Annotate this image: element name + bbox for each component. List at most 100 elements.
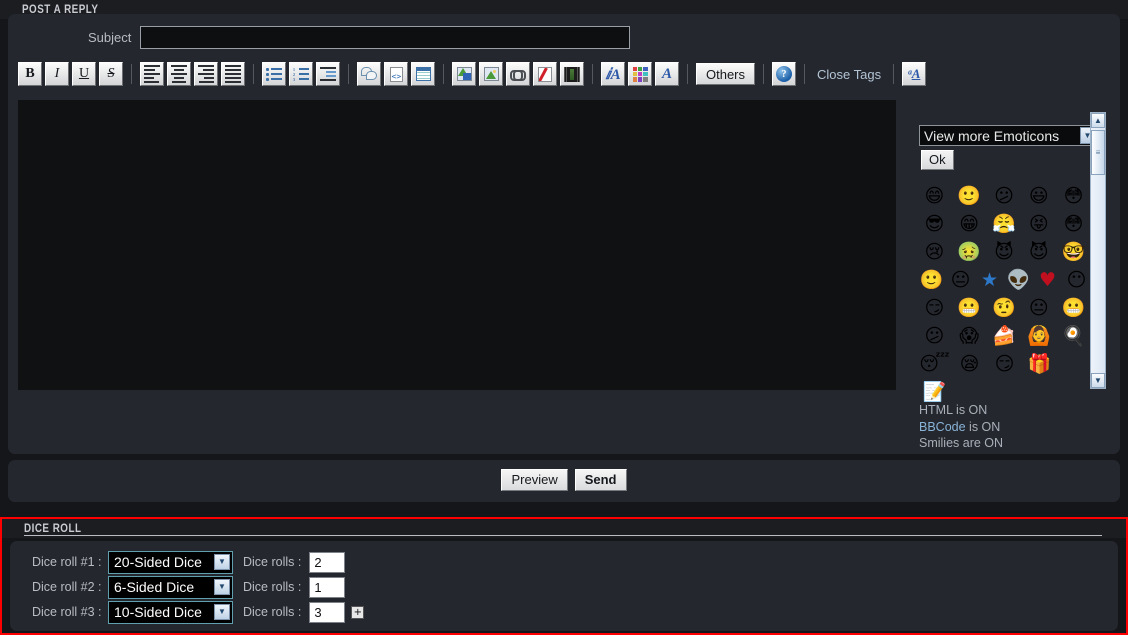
align-right-button[interactable] — [194, 62, 218, 86]
bold-button[interactable]: B — [18, 62, 42, 86]
scroll-down-button[interactable]: ▼ — [1091, 373, 1105, 388]
toolbar-divider — [443, 64, 444, 84]
message-textarea[interactable] — [18, 100, 896, 390]
dice-rolls-input[interactable] — [309, 601, 346, 623]
subject-row: Subject — [8, 26, 648, 50]
emoticon-button[interactable]: 😱 — [952, 326, 987, 346]
emoticon-button[interactable]: 👽 — [1004, 270, 1033, 290]
emoticon-button[interactable]: 😢 — [917, 242, 952, 262]
emoticon-button[interactable]: 🙆 — [1021, 326, 1056, 346]
close-tags-button[interactable]: Close Tags — [813, 67, 885, 82]
emoticon-button[interactable]: 🍰 — [987, 326, 1022, 346]
insert-attachment-button[interactable] — [452, 62, 476, 86]
emoticon-button[interactable]: 😝 — [1021, 214, 1056, 234]
toolbar-divider — [804, 64, 806, 84]
emoticon-ok-button[interactable]: Ok — [921, 150, 954, 170]
align-left-button[interactable] — [140, 62, 164, 86]
insert-video-button[interactable] — [560, 62, 584, 86]
emoticon-button[interactable]: 🙂 — [917, 270, 946, 290]
emoticon-button[interactable]: 😶 — [1062, 270, 1091, 290]
underline-a-icon: ᵃA — [907, 66, 921, 81]
indent-icon — [320, 67, 336, 81]
emoticon-row: 😴 😪 😏 🎁 — [917, 350, 1091, 378]
font-color-button[interactable] — [628, 62, 652, 86]
emoticon-button[interactable]: 😄 — [917, 186, 952, 206]
align-center-button[interactable] — [167, 62, 191, 86]
emoticon-button[interactable]: 😎 — [917, 214, 952, 234]
emoticon-button[interactable]: 😏 — [917, 298, 952, 318]
emoticon-button[interactable]: 😈 — [987, 242, 1022, 262]
emoticon-button[interactable]: 😴 — [917, 354, 952, 374]
font-size-button[interactable]: ⅈA — [601, 62, 625, 86]
emoticon-button[interactable]: 😐 — [946, 270, 975, 290]
emoticon-button[interactable]: 😃 — [1021, 186, 1056, 206]
numbered-list-button[interactable]: 123 — [289, 62, 313, 86]
help-button[interactable]: ? — [772, 62, 797, 86]
formatting-flags: HTML is ON BBCode is ON Smilies are ON — [919, 402, 1003, 452]
text-style-button[interactable]: ᵃA — [902, 62, 927, 86]
preview-button[interactable]: Preview — [501, 469, 568, 491]
emoticon-grid: 😄 🙂 😕 😃 😳 😎 😁 😤 😝 😳 😢 🤢 😈 😈 🤓 🙂 😐 ★ 👽 ♥ 😶 😏 😬 🤨 😐 😬 😕 😱 🍰 🙆 🍳 😴 😪 😏 🎁 📝 — [917, 182, 1091, 406]
emoticon-button[interactable]: 🎁 — [1022, 354, 1057, 374]
scroll-up-button[interactable]: ▲ — [1091, 113, 1105, 128]
emoticon-button[interactable]: 😕 — [917, 326, 952, 346]
link-icon — [510, 70, 526, 81]
emoticon-button[interactable]: 😤 — [987, 214, 1022, 234]
code-button[interactable]: <> — [384, 62, 408, 86]
emoticon-button[interactable]: 🙂 — [952, 186, 987, 206]
emoticon-scrollbar[interactable]: ▲ ≡ ▼ — [1090, 112, 1106, 389]
bullet-list-button[interactable] — [262, 62, 286, 86]
emoticon-button[interactable]: 😁 — [952, 214, 987, 234]
quote-button[interactable] — [357, 62, 381, 86]
align-center-icon — [171, 65, 187, 83]
emoticon-button[interactable]: 😬 — [952, 298, 987, 318]
emoticon-button[interactable]: 😈 — [1021, 242, 1056, 262]
dice-rolls-input[interactable] — [309, 551, 346, 573]
add-dice-roll-button[interactable]: + — [351, 605, 365, 619]
image-icon — [483, 67, 499, 81]
emoticon-button[interactable]: 😬 — [1056, 298, 1091, 318]
insert-link-button[interactable] — [506, 62, 530, 86]
emoticon-button[interactable]: ★ — [975, 270, 1004, 290]
dice-rolls-input[interactable] — [309, 576, 346, 598]
table-icon — [415, 67, 431, 81]
help-icon: ? — [776, 66, 793, 82]
bbcode-link[interactable]: BBCode — [919, 420, 966, 434]
dice-type-select[interactable]: 6-Sided Dice — [108, 575, 233, 599]
emoticon-button[interactable]: 🤨 — [987, 298, 1022, 318]
align-justify-button[interactable] — [221, 62, 245, 86]
underline-button[interactable]: U — [72, 62, 96, 86]
emoticon-button[interactable]: 😪 — [952, 354, 987, 374]
view-more-emoticons-select[interactable]: View more Emoticons — [919, 125, 1097, 146]
table-button[interactable] — [411, 62, 435, 86]
dice-roll-row: Dice roll #3 : 10-Sided Dice ▼ Dice rolls :… — [32, 600, 365, 624]
send-button[interactable]: Send — [574, 469, 627, 491]
others-button[interactable]: Others — [696, 63, 756, 85]
align-justify-icon — [225, 65, 241, 83]
emoticon-button[interactable]: 😕 — [987, 186, 1022, 206]
emoticon-button[interactable]: 🤓 — [1056, 242, 1091, 262]
emoticon-button[interactable]: 📝 — [917, 382, 952, 402]
indent-button[interactable] — [316, 62, 340, 86]
font-family-button[interactable]: A — [655, 62, 679, 86]
edit-pen-button[interactable] — [533, 62, 557, 86]
toolbar-divider — [592, 64, 593, 84]
emoticon-button[interactable]: 😳 — [1056, 214, 1091, 234]
dice-roll-row: Dice roll #1 : 20-Sided Dice ▼ Dice rolls : — [32, 550, 346, 574]
emoticon-button[interactable]: 🍳 — [1056, 326, 1091, 346]
scrollbar-thumb[interactable]: ≡ — [1091, 130, 1105, 175]
dice-rolls-label: Dice rolls : — [243, 605, 302, 619]
emoticon-button[interactable]: 😐 — [1021, 298, 1056, 318]
post-a-reply-panel: Subject B I U S 123 <> ⅈA A Others ? Clo… — [8, 14, 1120, 454]
subject-input[interactable] — [140, 26, 630, 49]
dice-type-select[interactable]: 10-Sided Dice — [108, 600, 233, 624]
italic-button[interactable]: I — [45, 62, 69, 86]
emoticon-button[interactable]: 😳 — [1056, 186, 1091, 206]
strikethrough-button[interactable]: S — [99, 62, 123, 86]
dice-type-select[interactable]: 20-Sided Dice — [108, 550, 233, 574]
emoticon-button[interactable]: ♥ — [1033, 270, 1062, 290]
insert-image-button[interactable] — [479, 62, 503, 86]
emoticon-button[interactable]: 🤢 — [952, 242, 987, 262]
dice-type-select-wrapper: 6-Sided Dice ▼ — [108, 575, 233, 599]
emoticon-button[interactable]: 😏 — [987, 354, 1022, 374]
